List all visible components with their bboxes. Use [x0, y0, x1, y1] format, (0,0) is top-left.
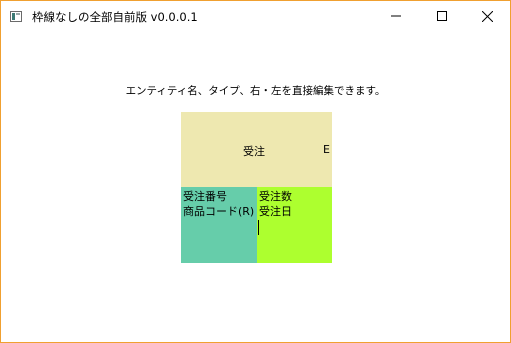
- entity-type[interactable]: E: [323, 143, 330, 156]
- left-field: 商品コード(R): [183, 205, 255, 218]
- right-attributes-panel[interactable]: 受注数 受注日: [257, 187, 332, 263]
- app-icon: [10, 11, 22, 22]
- close-button[interactable]: [464, 1, 510, 31]
- app-window: 枠線なしの全部自前版 v0.0.0.1 エンティティ名、タイプ、右・左を直接編集…: [0, 0, 511, 343]
- minimize-icon: [391, 15, 401, 17]
- maximize-icon: [437, 11, 447, 21]
- close-icon: [482, 11, 493, 22]
- minimize-button[interactable]: [373, 1, 419, 31]
- entity-name[interactable]: 受注: [243, 143, 265, 159]
- text-caret: [258, 220, 259, 235]
- window-title: 枠線なしの全部自前版 v0.0.0.1: [32, 10, 198, 24]
- right-field: 受注日: [259, 205, 292, 218]
- maximize-button[interactable]: [419, 1, 465, 31]
- title-bar[interactable]: 枠線なしの全部自前版 v0.0.0.1: [1, 1, 510, 31]
- entity-header: 受注 E: [181, 112, 332, 187]
- entity-box: 受注 E 受注番号 商品コード(R) 受注数 受注日: [181, 112, 332, 263]
- left-attributes-panel[interactable]: 受注番号 商品コード(R): [181, 187, 257, 263]
- left-field: 受注番号: [183, 190, 227, 203]
- instruction-text: エンティティ名、タイプ、右・左を直接編集できます。: [125, 85, 386, 97]
- right-field: 受注数: [259, 190, 292, 203]
